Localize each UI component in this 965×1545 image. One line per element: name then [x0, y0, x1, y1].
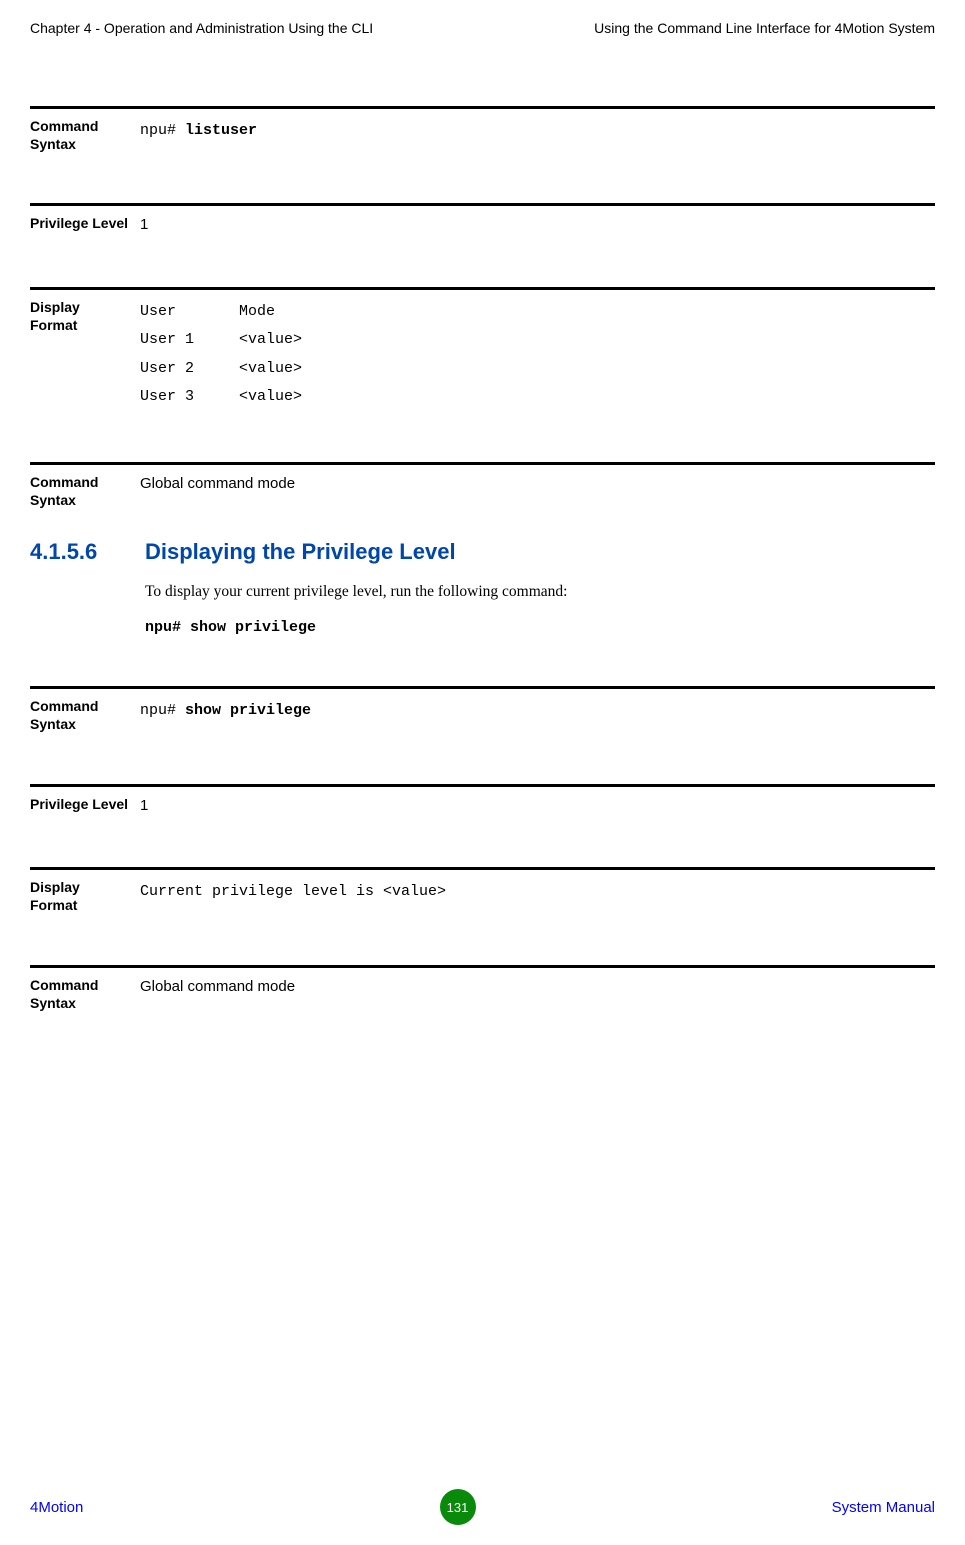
- page-header: Chapter 4 - Operation and Administration…: [30, 20, 935, 36]
- label-command-syntax-2: Command Syntax: [30, 697, 140, 733]
- command-syntax-block-1: Command Syntax npu# listuser: [30, 106, 935, 153]
- display-format-block-2: Display Format Current privilege level i…: [30, 867, 935, 914]
- value-command-mode: Global command mode: [140, 473, 935, 496]
- label-display-format: Display Format: [30, 298, 140, 334]
- command-mode-block-2: Command Syntax Global command mode: [30, 965, 935, 1012]
- label-display-format-2: Display Format: [30, 878, 140, 914]
- display-format-block-1: Display Format User Mode User 1 <value> …: [30, 287, 935, 412]
- header-right: Using the Command Line Interface for 4Mo…: [594, 20, 935, 36]
- command-text-2: show privilege: [185, 702, 311, 719]
- section-command: npu# show privilege: [145, 619, 935, 636]
- value-privilege-level-2: 1: [140, 795, 935, 818]
- label-privilege-level-2: Privilege Level: [30, 795, 140, 813]
- value-command-mode-2: Global command mode: [140, 976, 935, 999]
- value-display-format: User Mode User 1 <value> User 2 <value> …: [140, 298, 935, 412]
- footer-left: 4Motion: [30, 1499, 83, 1516]
- command-mode-block-1: Command Syntax Global command mode: [30, 462, 935, 509]
- section-title: Displaying the Privilege Level: [145, 539, 456, 565]
- section-heading: 4.1.5.6 Displaying the Privilege Level: [30, 539, 935, 565]
- footer-right: System Manual: [832, 1499, 935, 1516]
- prompt-2: npu#: [140, 702, 185, 719]
- label-privilege-level: Privilege Level: [30, 214, 140, 232]
- value-privilege-level: 1: [140, 214, 935, 237]
- command-syntax-block-2: Command Syntax npu# show privilege: [30, 686, 935, 733]
- value-display-format-2: Current privilege level is <value>: [140, 878, 935, 907]
- prompt: npu#: [140, 122, 185, 139]
- value-command-syntax-2: npu# show privilege: [140, 697, 935, 726]
- page-number-badge: 131: [440, 1489, 476, 1525]
- page-footer: 4Motion 131 System Manual: [0, 1489, 965, 1525]
- label-command-mode-2: Command Syntax: [30, 976, 140, 1012]
- privilege-level-block-2: Privilege Level 1: [30, 784, 935, 818]
- privilege-level-block-1: Privilege Level 1: [30, 203, 935, 237]
- header-left: Chapter 4 - Operation and Administration…: [30, 20, 373, 36]
- section-number: 4.1.5.6: [30, 539, 145, 565]
- label-command-syntax: Command Syntax: [30, 117, 140, 153]
- command-text: listuser: [185, 122, 257, 139]
- section-body: To display your current privilege level,…: [145, 583, 935, 601]
- value-command-syntax: npu# listuser: [140, 117, 935, 146]
- label-command-mode: Command Syntax: [30, 473, 140, 509]
